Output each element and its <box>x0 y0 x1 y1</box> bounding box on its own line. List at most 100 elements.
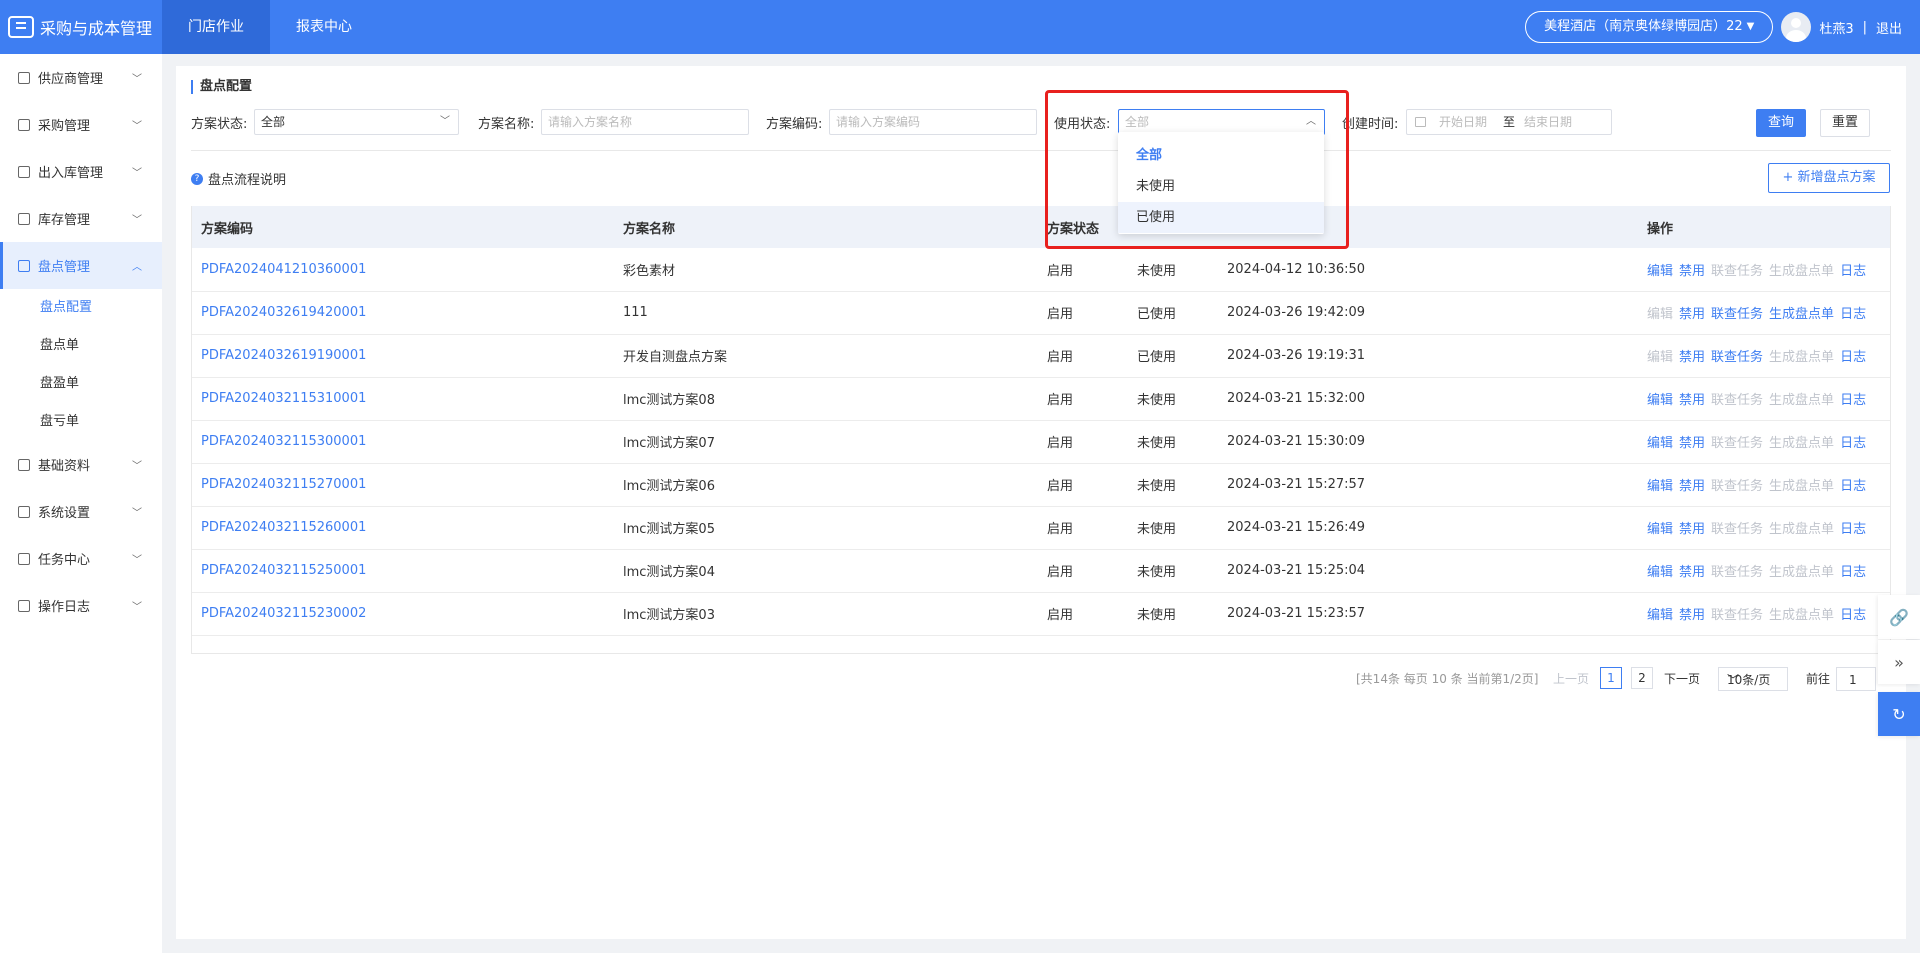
collapse-icon[interactable]: » <box>1878 640 1920 684</box>
status-filter-select[interactable]: 全部 ﹀ <box>254 109 459 135</box>
chevron-down-icon: ﹀ <box>132 74 142 85</box>
sidebar-item-purchase[interactable]: 采购管理 ﹀ <box>0 101 162 148</box>
add-plan-button[interactable]: + 新增盘点方案 <box>1768 163 1890 193</box>
plan-name-cell: lmc测试方案07 <box>623 436 715 451</box>
plan-code-link[interactable]: PDFA2024032115300001 <box>192 420 614 463</box>
app-brand[interactable]: 采购与成本管理 <box>0 0 162 54</box>
created-time-cell: 2024-03-21 15:30:09 <box>1227 434 1366 449</box>
sidebar-subitem-loss-order[interactable]: 盘亏单 <box>0 403 162 441</box>
name-filter-input[interactable]: 请输入方案名称 <box>541 109 749 135</box>
end-date-input[interactable]: 结束日期 <box>1524 110 1572 134</box>
table-row: PDFA2024032115230002 lmc测试方案03 启用 未使用 2024-0… <box>192 592 1890 635</box>
sidebar-item-basic-data[interactable]: 基础资料 ﹀ <box>0 441 162 488</box>
user-name[interactable]: 杜燕3 <box>1819 18 1853 37</box>
log-button[interactable]: 日志 <box>1840 436 1866 451</box>
prev-page-button[interactable]: 上一页 <box>1553 667 1589 691</box>
log-button[interactable]: 日志 <box>1840 393 1866 408</box>
reset-button[interactable]: 重置 <box>1820 109 1870 137</box>
sidebar-item-task-center[interactable]: 任务中心 ﹀ <box>0 535 162 582</box>
log-button[interactable]: 日志 <box>1840 479 1866 494</box>
sidebar-item-label: 盘点管理 <box>38 260 91 275</box>
sidebar-item-label: 库存管理 <box>38 213 91 228</box>
sidebar-subitem-stocktake-order[interactable]: 盘点单 <box>0 327 162 365</box>
sidebar-item-inventory[interactable]: 库存管理 ﹀ <box>0 195 162 242</box>
generate-order-button: 生成盘点单 <box>1769 263 1835 279</box>
support-icon[interactable]: ↻ <box>1878 692 1920 736</box>
link-icon[interactable]: 🔗 <box>1878 595 1920 639</box>
plan-code-link[interactable]: PDFA2024032115310001 <box>192 377 614 420</box>
link-task-button: 联查任务 <box>1711 479 1764 494</box>
disable-button[interactable]: 禁用 <box>1679 350 1705 365</box>
tab-report-center[interactable]: 报表中心 <box>270 0 378 54</box>
query-button[interactable]: 查询 <box>1756 109 1806 137</box>
avatar[interactable] <box>1781 12 1812 42</box>
edit-button[interactable]: 编辑 <box>1647 522 1673 537</box>
disable-button[interactable]: 禁用 <box>1679 522 1705 537</box>
log-button[interactable]: 日志 <box>1840 608 1866 623</box>
log-button[interactable]: 日志 <box>1840 565 1866 580</box>
generate-order-button: 生成盘点单 <box>1769 436 1835 451</box>
sidebar-subitem-surplus-order[interactable]: 盘盈单 <box>0 365 162 403</box>
goto-page-input[interactable]: 1 <box>1836 667 1876 691</box>
plan-status-cell: 启用 <box>1047 350 1074 365</box>
sidebar-item-label: 系统设置 <box>38 506 91 521</box>
plan-code-link[interactable]: PDFA2024032115230002 <box>192 592 614 635</box>
row-actions: 编辑 禁用 联查任务 生成盘点单 日志 <box>1638 506 1890 549</box>
edit-button[interactable]: 编辑 <box>1647 479 1673 494</box>
edit-button[interactable]: 编辑 <box>1647 608 1673 623</box>
disable-button[interactable]: 禁用 <box>1679 608 1705 623</box>
dropdown-option-unused[interactable]: 未使用 <box>1118 171 1324 202</box>
edit-button[interactable]: 编辑 <box>1647 436 1673 451</box>
table-row: PDFA2024032115250001 lmc测试方案04 启用 未使用 2024-0… <box>192 549 1890 592</box>
log-button[interactable]: 日志 <box>1840 307 1866 322</box>
usage-filter-placeholder: 全部 <box>1125 115 1150 129</box>
link-task-button[interactable]: 联查任务 <box>1711 350 1763 365</box>
sidebar-subitem-stocktake-config[interactable]: 盘点配置 <box>0 289 162 327</box>
plan-status-cell: 启用 <box>1047 608 1074 623</box>
page-2-button[interactable]: 2 <box>1631 667 1653 689</box>
col-header-actions: 操作 <box>1647 221 1674 237</box>
disable-button[interactable]: 禁用 <box>1679 264 1705 279</box>
log-button[interactable]: 日志 <box>1840 522 1866 537</box>
plan-code-link[interactable]: PDFA2024032115270001 <box>192 463 614 506</box>
log-button[interactable]: 日志 <box>1840 264 1866 279</box>
stocktake-icon <box>18 259 30 272</box>
page-size-select[interactable]: 10条/页 ﹀ <box>1718 667 1788 691</box>
sidebar-item-stock-io[interactable]: 出入库管理 ﹀ <box>0 148 162 195</box>
page-title: 盘点配置 <box>191 80 252 94</box>
status-filter-value: 全部 <box>261 115 286 129</box>
tab-store-operations[interactable]: 门店作业 <box>162 0 270 54</box>
plan-code-link[interactable]: PDFA2024032619190001 <box>192 334 614 377</box>
logout-link[interactable]: 退出 <box>1876 18 1902 37</box>
link-task-button[interactable]: 联查任务 <box>1711 307 1763 322</box>
log-button[interactable]: 日志 <box>1840 350 1866 365</box>
plan-code-link[interactable]: PDFA2024032115260001 <box>192 506 614 549</box>
dropdown-option-used[interactable]: 已使用 <box>1118 202 1324 233</box>
created-date-range[interactable]: 开始日期 至 结束日期 <box>1406 109 1612 135</box>
next-page-button[interactable]: 下一页 <box>1664 667 1700 691</box>
help-link[interactable]: ? 盘点流程说明 <box>191 169 286 188</box>
store-selector[interactable]: 美程酒店（南京奥体绿博园店）22 ▼ <box>1525 11 1774 43</box>
disable-button[interactable]: 禁用 <box>1679 307 1705 322</box>
plan-code-link[interactable]: PDFA2024032115250001 <box>192 549 614 592</box>
disable-button[interactable]: 禁用 <box>1679 479 1705 494</box>
start-date-input[interactable]: 开始日期 <box>1439 110 1487 134</box>
sidebar-item-settings[interactable]: 系统设置 ﹀ <box>0 488 162 535</box>
dropdown-option-all[interactable]: 全部 <box>1118 140 1324 171</box>
generate-order-button[interactable]: 生成盘点单 <box>1769 307 1834 322</box>
code-filter-input[interactable]: 请输入方案编码 <box>829 109 1037 135</box>
top-header: 采购与成本管理 门店作业 报表中心 美程酒店（南京奥体绿博园店）22 ▼ 杜燕3… <box>0 0 1920 54</box>
page-1-button[interactable]: 1 <box>1600 667 1622 689</box>
disable-button[interactable]: 禁用 <box>1679 436 1705 451</box>
edit-button[interactable]: 编辑 <box>1647 264 1673 279</box>
plan-code-link[interactable]: PDFA2024041210360001 <box>192 248 614 291</box>
edit-button[interactable]: 编辑 <box>1647 565 1673 580</box>
edit-button[interactable]: 编辑 <box>1647 393 1673 408</box>
plan-code-link[interactable]: PDFA2024032619420001 <box>192 291 614 334</box>
disable-button[interactable]: 禁用 <box>1679 565 1705 580</box>
disable-button[interactable]: 禁用 <box>1679 393 1705 408</box>
sidebar-item-supplier[interactable]: 供应商管理 ﹀ <box>0 54 162 101</box>
sidebar-item-stocktake[interactable]: 盘点管理 ︿ <box>0 242 162 289</box>
sidebar-item-operation-log[interactable]: 操作日志 ﹀ <box>0 582 162 629</box>
inventory-icon <box>18 212 30 225</box>
